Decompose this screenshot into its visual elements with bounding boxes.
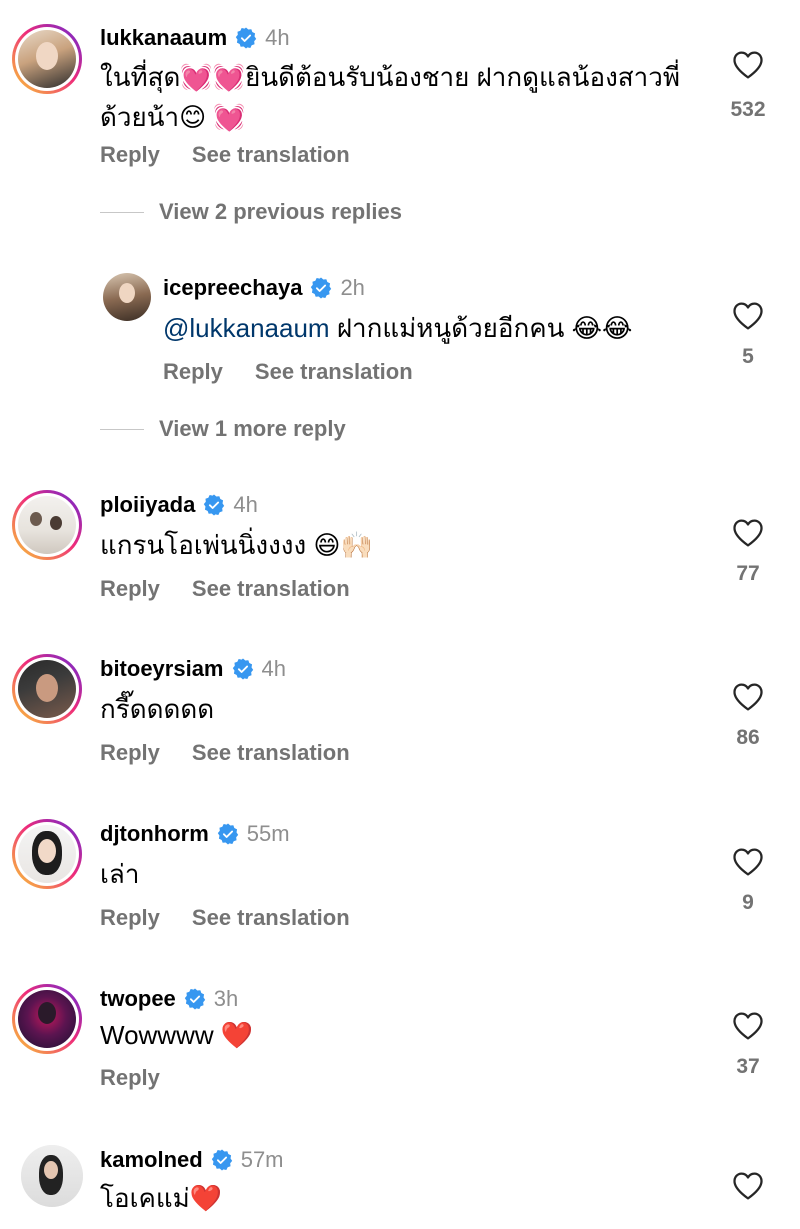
heart-icon[interactable] — [731, 299, 765, 333]
reply-button[interactable]: Reply — [100, 1065, 160, 1091]
comment: lukkanaaum 4h ในที่สุด💓💓ยินดีต้อนรับน้อง… — [0, 0, 800, 470]
verified-badge-icon — [232, 658, 254, 680]
view-more-replies[interactable]: View 1 more reply — [100, 416, 346, 442]
reply-button[interactable]: Reply — [100, 740, 160, 766]
comment-text: เล่า — [100, 859, 140, 889]
heart-icon[interactable] — [731, 680, 765, 714]
comment: bitoeyrsiam 4h กรี๊ดดดดด Reply See trans… — [0, 654, 800, 794]
see-translation-button[interactable]: See translation — [255, 359, 413, 385]
heart-icon[interactable] — [731, 1009, 765, 1043]
reply-text: @lukkanaaum ฝากแม่หนูด้วยอีกคน 😂😂 — [163, 313, 633, 343]
avatar[interactable] — [12, 24, 82, 94]
timestamp: 4h — [233, 492, 258, 517]
heart-icon[interactable] — [731, 48, 765, 82]
mention-link[interactable]: @lukkanaaum — [163, 313, 330, 343]
reply-button[interactable]: Reply — [100, 142, 160, 168]
reply-button[interactable]: Reply — [163, 359, 223, 385]
avatar[interactable] — [12, 654, 82, 724]
comment-text: Wowwww ❤️ — [100, 1020, 254, 1050]
verified-badge-icon — [235, 27, 257, 49]
reply-button[interactable]: Reply — [100, 905, 160, 931]
like-count: 77 — [736, 562, 760, 585]
username[interactable]: kamolned — [100, 1147, 203, 1173]
divider-line — [100, 211, 144, 213]
comment: kamolned 57m โอเคแม่❤️ — [0, 1145, 800, 1229]
avatar[interactable] — [21, 1145, 83, 1207]
username[interactable]: icepreechaya — [163, 275, 302, 301]
comment-text: กรี๊ดดดดด — [100, 694, 215, 724]
username[interactable]: twopee — [100, 986, 176, 1012]
see-translation-button[interactable]: See translation — [192, 905, 350, 931]
like-count: 9 — [742, 891, 754, 914]
avatar[interactable] — [103, 273, 151, 321]
username[interactable]: lukkanaaum — [100, 25, 227, 51]
comment-text: โอเคแม่❤️ — [100, 1183, 223, 1213]
username[interactable]: djtonhorm — [100, 821, 209, 847]
comment-text: ในที่สุด💓💓ยินดีต้อนรับน้องชาย ฝากดูแลน้อ… — [100, 62, 680, 132]
comment: twopee 3h Wowwww ❤️ Reply 37 — [0, 984, 800, 1114]
avatar[interactable] — [12, 819, 82, 889]
verified-badge-icon — [203, 494, 225, 516]
like-count: 86 — [736, 726, 760, 749]
timestamp: 4h — [265, 25, 290, 50]
username[interactable]: bitoeyrsiam — [100, 656, 224, 682]
comment: djtonhorm 55m เล่า Reply See translation… — [0, 819, 800, 959]
see-translation-button[interactable]: See translation — [192, 576, 350, 602]
heart-icon[interactable] — [731, 1169, 765, 1203]
comment: ploiiyada 4h แกรนโอเพ่นนิ่งงงง 😄🙌🏻 Reply… — [0, 490, 800, 630]
timestamp: 55m — [246, 821, 290, 846]
avatar[interactable] — [12, 984, 82, 1054]
view-previous-replies[interactable]: View 2 previous replies — [100, 199, 402, 225]
like-count: 532 — [730, 98, 766, 121]
username[interactable]: ploiiyada — [100, 492, 195, 518]
see-translation-button[interactable]: See translation — [192, 740, 350, 766]
comment-text: แกรนโอเพ่นนิ่งงงง 😄🙌🏻 — [100, 530, 373, 560]
heart-icon[interactable] — [731, 516, 765, 550]
verified-badge-icon — [217, 823, 239, 845]
avatar[interactable] — [12, 490, 82, 560]
timestamp: 2h — [340, 275, 365, 300]
divider-line — [100, 428, 144, 430]
like-count: 5 — [742, 345, 754, 368]
timestamp: 4h — [261, 656, 286, 681]
verified-badge-icon — [310, 277, 332, 299]
timestamp: 57m — [240, 1147, 284, 1172]
verified-badge-icon — [184, 988, 206, 1010]
heart-icon[interactable] — [731, 845, 765, 879]
see-translation-button[interactable]: See translation — [192, 142, 350, 168]
timestamp: 3h — [213, 986, 239, 1011]
reply-button[interactable]: Reply — [100, 576, 160, 602]
verified-badge-icon — [211, 1149, 233, 1171]
like-count: 37 — [736, 1055, 760, 1078]
